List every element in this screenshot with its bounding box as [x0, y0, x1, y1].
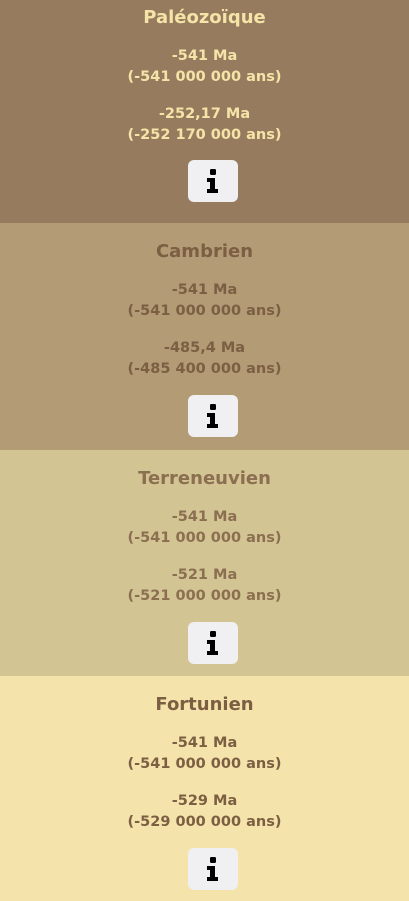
- period-card-paleozoique: Paléozoïque -541 Ma (-541 000 000 ans) -…: [0, 0, 409, 223]
- period-start-years: (-541 000 000 ans): [127, 303, 282, 319]
- period-start-ma: -541 Ma: [171, 282, 238, 298]
- period-end-date: -485,4 Ma (-485 400 000 ans): [0, 338, 409, 380]
- period-start-years: (-541 000 000 ans): [127, 530, 282, 546]
- period-end-years: (-252 170 000 ans): [127, 127, 282, 143]
- period-title: Terreneuvien: [138, 468, 271, 489]
- period-end-ma: -252,17 Ma: [158, 106, 251, 122]
- period-start-years: (-541 000 000 ans): [127, 69, 282, 85]
- period-title: Paléozoïque: [143, 7, 266, 28]
- period-start-date: -541 Ma (-541 000 000 ans): [0, 733, 409, 775]
- period-end-date: -529 Ma (-529 000 000 ans): [0, 791, 409, 833]
- period-end-date: -252,17 Ma (-252 170 000 ans): [0, 104, 409, 146]
- period-title: Cambrien: [155, 241, 254, 262]
- info-icon: [207, 404, 218, 428]
- info-icon: [207, 169, 218, 193]
- info-button[interactable]: [188, 848, 238, 890]
- period-card-terreneuvien: Terreneuvien -541 Ma (-541 000 000 ans) …: [0, 450, 409, 676]
- period-end-years: (-521 000 000 ans): [127, 588, 282, 604]
- period-start-years: (-541 000 000 ans): [127, 756, 282, 772]
- period-end-date: -521 Ma (-521 000 000 ans): [0, 565, 409, 607]
- info-button[interactable]: [188, 622, 238, 664]
- period-start-ma: -541 Ma: [171, 509, 238, 525]
- period-card-fortunien: Fortunien -541 Ma (-541 000 000 ans) -52…: [0, 676, 409, 901]
- info-button[interactable]: [188, 395, 238, 437]
- period-end-years: (-529 000 000 ans): [127, 814, 282, 830]
- period-start-date: -541 Ma (-541 000 000 ans): [0, 280, 409, 322]
- period-start-date: -541 Ma (-541 000 000 ans): [0, 507, 409, 549]
- info-icon: [207, 631, 218, 655]
- period-start-ma: -541 Ma: [171, 735, 238, 751]
- period-title: Fortunien: [155, 694, 254, 715]
- info-button[interactable]: [188, 160, 238, 202]
- period-card-cambrien: Cambrien -541 Ma (-541 000 000 ans) -485…: [0, 223, 409, 450]
- period-start-ma: -541 Ma: [171, 48, 238, 64]
- period-end-years: (-485 400 000 ans): [127, 361, 282, 377]
- period-end-ma: -521 Ma: [171, 567, 238, 583]
- info-icon: [207, 857, 218, 881]
- period-start-date: -541 Ma (-541 000 000 ans): [0, 46, 409, 88]
- geologic-period-list: Paléozoïque -541 Ma (-541 000 000 ans) -…: [0, 0, 409, 901]
- period-end-ma: -529 Ma: [171, 793, 238, 809]
- period-end-ma: -485,4 Ma: [163, 340, 246, 356]
